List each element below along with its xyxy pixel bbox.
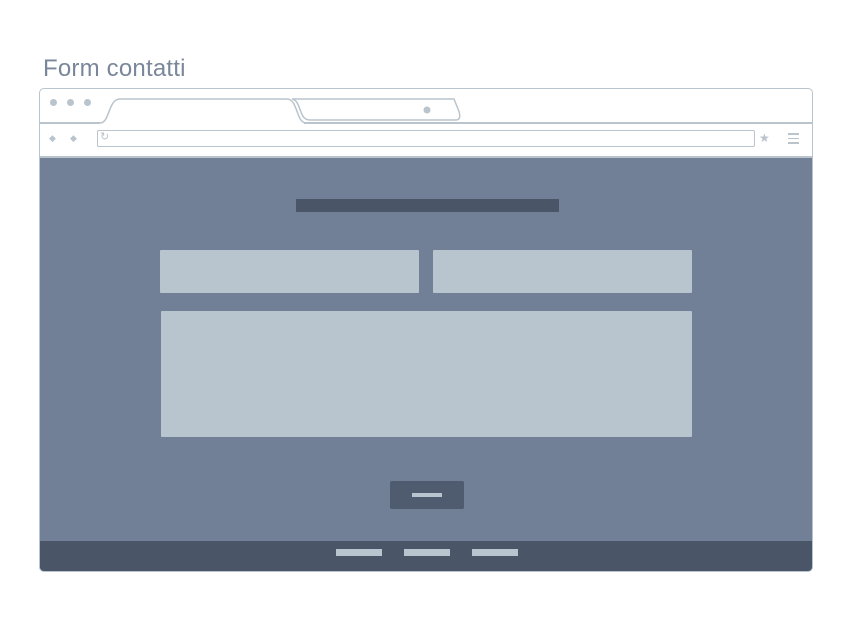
- tab-inactive[interactable]: [291, 98, 461, 121]
- back-arrow-icon[interactable]: ◆: [49, 133, 56, 143]
- tab-loading-dot: [423, 106, 431, 114]
- footer-link[interactable]: [336, 549, 382, 556]
- tab-shapes: [99, 98, 461, 124]
- first-field[interactable]: [160, 250, 419, 293]
- forward-arrow-icon[interactable]: ◆: [70, 133, 77, 143]
- footer-link[interactable]: [404, 549, 450, 556]
- page-title: Form contatti: [43, 55, 186, 82]
- submit-label-placeholder: [412, 493, 442, 497]
- address-row: ◆ ◆ ↻ ★: [40, 123, 812, 155]
- form-heading-placeholder: [296, 199, 559, 212]
- menu-icon[interactable]: [788, 133, 799, 147]
- second-field[interactable]: [433, 250, 692, 293]
- message-field[interactable]: [161, 311, 692, 437]
- footer-link[interactable]: [472, 549, 518, 556]
- bookmark-star-icon[interactable]: ★: [759, 131, 770, 145]
- reload-icon[interactable]: ↻: [100, 130, 109, 144]
- tab-active[interactable]: [99, 98, 307, 124]
- address-bar[interactable]: ↻: [97, 130, 755, 147]
- tab-bar: [40, 89, 812, 124]
- viewport-border: [40, 156, 812, 158]
- browser-window: ◆ ◆ ↻ ★: [39, 88, 813, 572]
- page-viewport: [40, 156, 812, 571]
- footer: [40, 541, 812, 571]
- submit-button[interactable]: [390, 481, 464, 509]
